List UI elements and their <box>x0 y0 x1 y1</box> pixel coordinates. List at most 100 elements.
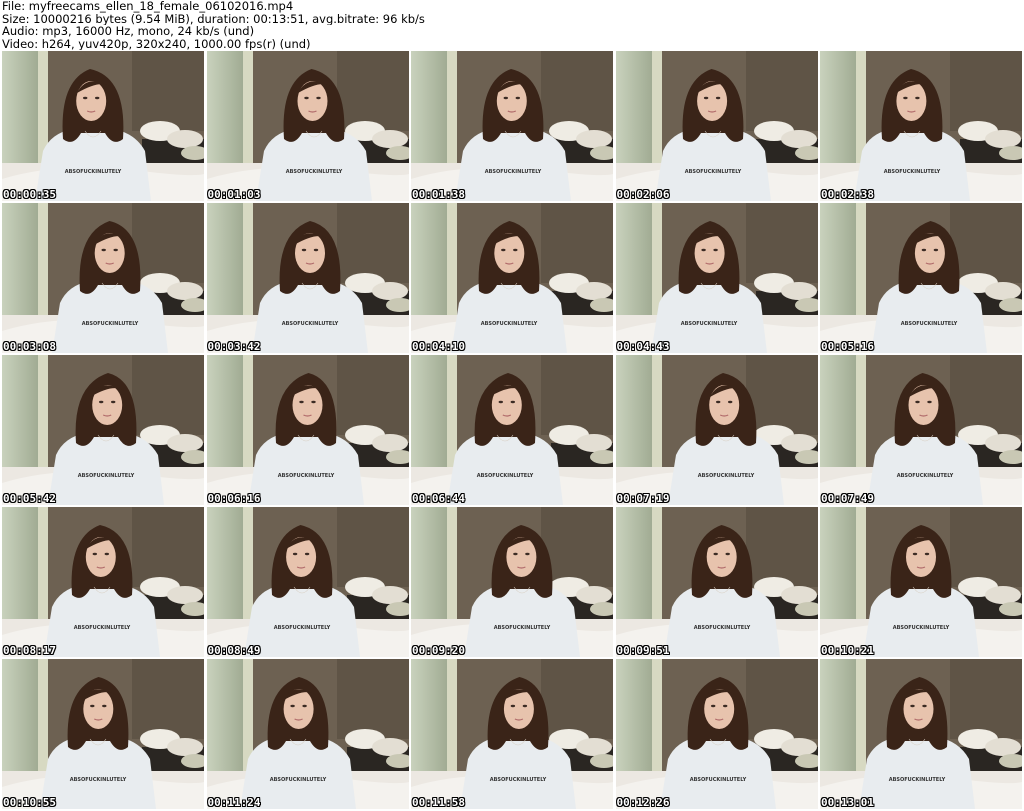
video-thumbnail: ABSOFUCKINLUTELY 00:12:26 <box>615 659 818 809</box>
thumbnail-timestamp: 00:03:42 <box>207 340 261 353</box>
svg-text:ABSOFUCKINLUTELY: ABSOFUCKINLUTELY <box>285 169 342 175</box>
svg-text:ABSOFUCKINLUTELY: ABSOFUCKINLUTELY <box>277 473 334 479</box>
thumbnail-timestamp: 00:13:01 <box>821 796 874 809</box>
thumbnail-timestamp: 00:00:35 <box>3 188 56 201</box>
webcam-frame-image: ABSOFUCKINLUTELY <box>411 51 613 201</box>
thumbnail-timestamp: 00:06:44 <box>412 492 465 505</box>
video-thumbnail: ABSOFUCKINLUTELY 00:05:16 <box>820 203 1022 353</box>
video-thumbnail: ABSOFUCKINLUTELY 00:11:24 <box>206 659 409 809</box>
svg-text:ABSOFUCKINLUTELY: ABSOFUCKINLUTELY <box>490 777 547 783</box>
thumbnail-timestamp: 00:10:55 <box>3 796 56 809</box>
webcam-frame-image: ABSOFUCKINLUTELY <box>820 507 1022 657</box>
svg-text:ABSOFUCKINLUTELY: ABSOFUCKINLUTELY <box>889 777 946 783</box>
video-thumbnail: ABSOFUCKINLUTELY 00:09:51 <box>615 507 818 657</box>
webcam-frame-image: ABSOFUCKINLUTELY <box>2 51 204 201</box>
svg-text:ABSOFUCKINLUTELY: ABSOFUCKINLUTELY <box>82 321 139 327</box>
video-thumbnail: ABSOFUCKINLUTELY 00:09:20 <box>411 507 613 657</box>
audio-info-line: Audio: mp3, 16000 Hz, mono, 24 kb/s (und… <box>2 25 255 38</box>
webcam-frame-image: ABSOFUCKINLUTELY <box>411 507 613 657</box>
thumbnail-timestamp: 00:04:10 <box>412 340 465 353</box>
svg-text:ABSOFUCKINLUTELY: ABSOFUCKINLUTELY <box>74 625 131 631</box>
svg-text:ABSOFUCKINLUTELY: ABSOFUCKINLUTELY <box>693 625 750 631</box>
svg-text:ABSOFUCKINLUTELY: ABSOFUCKINLUTELY <box>477 473 534 479</box>
thumbnail-timestamp: 00:01:38 <box>412 188 465 201</box>
thumbnail-timestamp: 00:08:49 <box>207 644 261 657</box>
video-thumbnail: ABSOFUCKINLUTELY 00:02:06 <box>615 51 818 201</box>
video-info-line: Video: h264, yuv420p, 320x240, 1000.00 f… <box>2 37 311 51</box>
video-thumbnail: ABSOFUCKINLUTELY 00:07:49 <box>820 355 1022 505</box>
webcam-frame-image: ABSOFUCKINLUTELY <box>615 659 818 809</box>
video-thumbnail: ABSOFUCKINLUTELY 00:11:58 <box>411 659 613 809</box>
video-thumbnail: ABSOFUCKINLUTELY 00:06:16 <box>206 355 409 505</box>
webcam-frame-image: ABSOFUCKINLUTELY <box>411 355 613 505</box>
thumbnail-timestamp: 00:07:19 <box>616 492 670 505</box>
thumbnail-timestamp: 00:02:06 <box>616 188 670 201</box>
webcam-frame-image: ABSOFUCKINLUTELY <box>206 507 409 657</box>
svg-text:ABSOFUCKINLUTELY: ABSOFUCKINLUTELY <box>494 625 551 631</box>
webcam-frame-image: ABSOFUCKINLUTELY <box>2 203 204 353</box>
thumbnail-timestamp: 00:10:21 <box>821 644 874 657</box>
svg-text:ABSOFUCKINLUTELY: ABSOFUCKINLUTELY <box>485 169 542 175</box>
webcam-frame-image: ABSOFUCKINLUTELY <box>206 659 409 809</box>
thumbnail-timestamp: 00:09:20 <box>412 644 465 657</box>
svg-text:ABSOFUCKINLUTELY: ABSOFUCKINLUTELY <box>680 321 737 327</box>
thumbnail-timestamp: 00:09:51 <box>616 644 670 657</box>
video-thumbnail: ABSOFUCKINLUTELY 00:06:44 <box>411 355 613 505</box>
thumbnail-timestamp: 00:04:43 <box>616 340 670 353</box>
svg-text:ABSOFUCKINLUTELY: ABSOFUCKINLUTELY <box>65 169 122 175</box>
thumbnail-timestamp: 00:06:16 <box>207 492 261 505</box>
thumbnail-timestamp: 00:01:03 <box>207 188 261 201</box>
video-thumbnail: ABSOFUCKINLUTELY 00:07:19 <box>615 355 818 505</box>
svg-text:ABSOFUCKINLUTELY: ABSOFUCKINLUTELY <box>897 473 954 479</box>
svg-text:ABSOFUCKINLUTELY: ABSOFUCKINLUTELY <box>697 473 754 479</box>
thumbnail-timestamp: 00:03:08 <box>3 340 56 353</box>
webcam-frame-image: ABSOFUCKINLUTELY <box>206 203 409 353</box>
webcam-frame-image: ABSOFUCKINLUTELY <box>820 355 1022 505</box>
video-thumbnail: ABSOFUCKINLUTELY 00:10:21 <box>820 507 1022 657</box>
webcam-frame-image: ABSOFUCKINLUTELY <box>411 659 613 809</box>
webcam-frame-image: ABSOFUCKINLUTELY <box>820 51 1022 201</box>
svg-text:ABSOFUCKINLUTELY: ABSOFUCKINLUTELY <box>901 321 958 327</box>
video-thumbnail: ABSOFUCKINLUTELY 00:04:10 <box>411 203 613 353</box>
video-thumbnail: ABSOFUCKINLUTELY 00:03:08 <box>2 203 204 353</box>
svg-text:ABSOFUCKINLUTELY: ABSOFUCKINLUTELY <box>273 625 330 631</box>
video-thumbnail: ABSOFUCKINLUTELY 00:08:49 <box>206 507 409 657</box>
webcam-frame-image: ABSOFUCKINLUTELY <box>615 507 818 657</box>
webcam-frame-image: ABSOFUCKINLUTELY <box>411 203 613 353</box>
webcam-frame-image: ABSOFUCKINLUTELY <box>615 203 818 353</box>
thumbnail-timestamp: 00:07:49 <box>821 492 874 505</box>
thumbnail-timestamp: 00:05:16 <box>821 340 874 353</box>
video-thumbnail: ABSOFUCKINLUTELY 00:05:42 <box>2 355 204 505</box>
file-info-header: File: myfreecams_ellen_18_female_0610201… <box>2 0 1022 50</box>
thumbnail-timestamp: 00:12:26 <box>616 796 670 809</box>
video-thumbnail: ABSOFUCKINLUTELY 00:08:17 <box>2 507 204 657</box>
video-thumbnail: ABSOFUCKINLUTELY 00:00:35 <box>2 51 204 201</box>
webcam-frame-image: ABSOFUCKINLUTELY <box>206 355 409 505</box>
webcam-frame-image: ABSOFUCKINLUTELY <box>2 507 204 657</box>
webcam-frame-image: ABSOFUCKINLUTELY <box>820 659 1022 809</box>
video-thumbnail: ABSOFUCKINLUTELY 00:03:42 <box>206 203 409 353</box>
video-thumbnail: ABSOFUCKINLUTELY 00:04:43 <box>615 203 818 353</box>
file-name-line: File: myfreecams_ellen_18_female_0610201… <box>2 0 294 13</box>
webcam-frame-image: ABSOFUCKINLUTELY <box>206 51 409 201</box>
video-thumbnail: ABSOFUCKINLUTELY 00:01:38 <box>411 51 613 201</box>
webcam-frame-image: ABSOFUCKINLUTELY <box>2 355 204 505</box>
svg-text:ABSOFUCKINLUTELY: ABSOFUCKINLUTELY <box>689 777 746 783</box>
webcam-frame-image: ABSOFUCKINLUTELY <box>820 203 1022 353</box>
svg-text:ABSOFUCKINLUTELY: ABSOFUCKINLUTELY <box>70 777 127 783</box>
thumbnail-timestamp: 00:11:58 <box>412 796 465 809</box>
file-size-line: Size: 10000216 bytes (9.54 MiB), duratio… <box>2 12 425 26</box>
thumbnail-timestamp: 00:08:17 <box>3 644 56 657</box>
svg-text:ABSOFUCKINLUTELY: ABSOFUCKINLUTELY <box>481 321 538 327</box>
svg-text:ABSOFUCKINLUTELY: ABSOFUCKINLUTELY <box>893 625 950 631</box>
svg-text:ABSOFUCKINLUTELY: ABSOFUCKINLUTELY <box>78 473 135 479</box>
svg-text:ABSOFUCKINLUTELY: ABSOFUCKINLUTELY <box>684 169 741 175</box>
thumbnail-timestamp: 00:02:38 <box>821 188 874 201</box>
svg-text:ABSOFUCKINLUTELY: ABSOFUCKINLUTELY <box>269 777 326 783</box>
webcam-frame-image: ABSOFUCKINLUTELY <box>2 659 204 809</box>
video-thumbnail: ABSOFUCKINLUTELY 00:13:01 <box>820 659 1022 809</box>
video-thumbnail: ABSOFUCKINLUTELY 00:02:38 <box>820 51 1022 201</box>
video-thumbnail: ABSOFUCKINLUTELY 00:01:03 <box>206 51 409 201</box>
svg-text:ABSOFUCKINLUTELY: ABSOFUCKINLUTELY <box>281 321 338 327</box>
thumbnail-grid: ABSOFUCKINLUTELY 00:00:35 ABSOFUCKINLUTELY… <box>2 51 1022 809</box>
